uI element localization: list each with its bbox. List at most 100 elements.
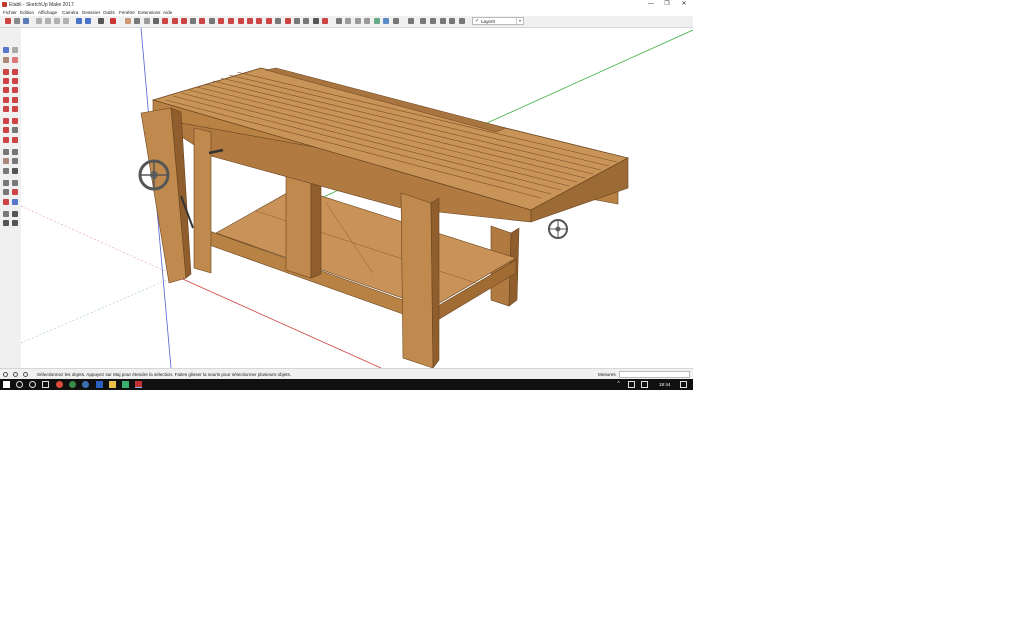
rotate-icon[interactable] bbox=[190, 18, 196, 24]
circle-icon[interactable] bbox=[153, 18, 159, 24]
pan-icon[interactable] bbox=[294, 18, 300, 24]
circle-tool-icon[interactable] bbox=[3, 87, 9, 93]
offset-tool-icon[interactable] bbox=[12, 137, 18, 143]
open-icon[interactable] bbox=[14, 18, 20, 24]
task-view-icon[interactable] bbox=[42, 381, 49, 388]
menu-fenetre[interactable]: Fenêtre bbox=[119, 10, 135, 15]
tape-measure-tool-icon[interactable] bbox=[3, 149, 9, 155]
chrome-icon[interactable] bbox=[69, 381, 76, 388]
push-pull-tool-icon[interactable] bbox=[12, 118, 18, 124]
right-view-icon[interactable] bbox=[364, 18, 370, 24]
look-around-tool-icon[interactable] bbox=[12, 211, 18, 217]
select-tool-icon[interactable] bbox=[3, 47, 9, 53]
zoom-window-tool-icon[interactable] bbox=[12, 189, 18, 195]
clock-time[interactable]: 18:44 bbox=[659, 382, 671, 387]
info-icon[interactable] bbox=[3, 371, 8, 377]
orbit-icon[interactable] bbox=[285, 18, 291, 24]
two-point-arc-icon[interactable] bbox=[12, 97, 18, 103]
close-button[interactable]: ✕ bbox=[676, 0, 692, 9]
network-icon[interactable] bbox=[628, 381, 635, 388]
sketchup-taskbar-icon[interactable] bbox=[135, 381, 142, 388]
dimension-tool-icon[interactable] bbox=[12, 149, 18, 155]
polygon-tool-icon[interactable] bbox=[12, 87, 18, 93]
3d-text-tool-icon[interactable] bbox=[12, 168, 18, 174]
word-icon[interactable] bbox=[96, 381, 103, 388]
text-icon[interactable] bbox=[275, 18, 281, 24]
arc-tool-icon[interactable] bbox=[3, 97, 9, 103]
freehand-tool-icon[interactable] bbox=[12, 69, 18, 75]
zoom-window-icon[interactable] bbox=[313, 18, 319, 24]
line-tool-icon[interactable] bbox=[3, 69, 9, 75]
follow-me-tool-icon[interactable] bbox=[12, 127, 18, 133]
make-component-icon[interactable] bbox=[12, 47, 18, 53]
cut-icon[interactable] bbox=[36, 18, 42, 24]
measurements-input[interactable] bbox=[619, 370, 690, 378]
line-icon[interactable] bbox=[134, 18, 140, 24]
tape-measure-icon[interactable] bbox=[238, 18, 244, 24]
chevron-down-icon[interactable]: ▾ bbox=[516, 18, 523, 24]
rotate-tool-icon[interactable] bbox=[3, 127, 9, 133]
erase-icon[interactable] bbox=[63, 18, 69, 24]
layers-icon[interactable] bbox=[459, 18, 465, 24]
dimension-icon[interactable] bbox=[266, 18, 272, 24]
axes-icon[interactable] bbox=[256, 18, 262, 24]
protractor-icon[interactable] bbox=[247, 18, 253, 24]
hidden-line-icon[interactable] bbox=[420, 18, 426, 24]
back-view-icon[interactable] bbox=[374, 18, 380, 24]
rotated-rectangle-icon[interactable] bbox=[12, 78, 18, 84]
tray-chevron-icon[interactable]: ^ bbox=[615, 381, 622, 388]
wireframe-icon[interactable] bbox=[408, 18, 414, 24]
eraser-tool-icon[interactable] bbox=[12, 57, 18, 63]
previous-view-icon[interactable] bbox=[12, 199, 18, 205]
windows-start-icon[interactable] bbox=[3, 381, 10, 388]
rectangle-tool-icon[interactable] bbox=[3, 78, 9, 84]
monochrome-icon[interactable] bbox=[449, 18, 455, 24]
paint-tool-icon[interactable] bbox=[3, 57, 9, 63]
menu-aide[interactable]: Aide bbox=[163, 10, 172, 15]
cortana-icon[interactable] bbox=[29, 381, 36, 388]
3d-viewport[interactable] bbox=[21, 28, 693, 368]
layer-select[interactable]: ✓ Layer0 ▾ bbox=[472, 17, 524, 25]
file-explorer-icon[interactable] bbox=[109, 381, 116, 388]
paint-bucket-icon[interactable] bbox=[228, 18, 234, 24]
save-icon[interactable] bbox=[23, 18, 29, 24]
redo-icon[interactable] bbox=[85, 18, 91, 24]
undo-icon[interactable] bbox=[76, 18, 82, 24]
push-pull-icon[interactable] bbox=[172, 18, 178, 24]
tail-vise-handwheel[interactable] bbox=[548, 219, 568, 239]
orbit-tool-icon[interactable] bbox=[3, 180, 9, 186]
xray-icon[interactable] bbox=[393, 18, 399, 24]
iso-view-icon[interactable] bbox=[336, 18, 342, 24]
offset-icon[interactable] bbox=[209, 18, 215, 24]
new-icon[interactable] bbox=[5, 18, 11, 24]
section-plane-icon[interactable] bbox=[12, 220, 18, 226]
notifications-icon[interactable] bbox=[680, 381, 687, 388]
zoom-extents-tool-icon[interactable] bbox=[3, 199, 9, 205]
copy-icon[interactable] bbox=[45, 18, 51, 24]
paste-icon[interactable] bbox=[54, 18, 60, 24]
app-icon[interactable] bbox=[122, 381, 129, 388]
geo-location-icon[interactable] bbox=[13, 371, 18, 377]
top-view-icon[interactable] bbox=[345, 18, 351, 24]
firefox-icon[interactable] bbox=[56, 381, 63, 388]
print-icon[interactable] bbox=[98, 18, 104, 24]
text-tool-icon[interactable] bbox=[12, 158, 18, 164]
arc-icon[interactable] bbox=[162, 18, 168, 24]
scale-icon[interactable] bbox=[199, 18, 205, 24]
minimize-button[interactable]: — bbox=[643, 0, 659, 9]
menu-dessiner[interactable]: Dessiner bbox=[82, 10, 100, 15]
menu-affichage[interactable]: Affichage bbox=[38, 10, 57, 15]
follow-me-icon[interactable] bbox=[218, 18, 224, 24]
front-view-icon[interactable] bbox=[355, 18, 361, 24]
leg-vise-handwheel[interactable] bbox=[138, 159, 170, 191]
menu-edition[interactable]: Edition bbox=[20, 10, 34, 15]
menu-outils[interactable]: Outils bbox=[103, 10, 115, 15]
maximize-button[interactable]: ❐ bbox=[659, 0, 675, 9]
zoom-extents-icon[interactable] bbox=[322, 18, 328, 24]
position-camera-icon[interactable] bbox=[3, 220, 9, 226]
search-icon[interactable] bbox=[16, 381, 23, 388]
pie-tool-icon[interactable] bbox=[12, 106, 18, 112]
move-icon[interactable] bbox=[181, 18, 187, 24]
shaded-icon[interactable] bbox=[430, 18, 436, 24]
move-tool-icon[interactable] bbox=[3, 118, 9, 124]
